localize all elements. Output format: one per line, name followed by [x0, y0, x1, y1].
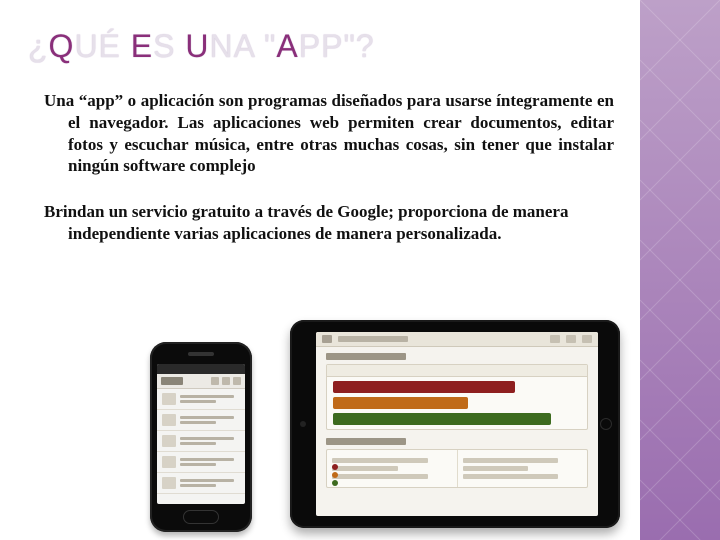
legend-column: [327, 450, 457, 487]
list-item: [157, 389, 245, 410]
paragraph-1: Una “app” o aplicación son programas dis…: [44, 90, 614, 177]
toolbar-button-icon: [566, 335, 576, 343]
smartphone-mockup: [150, 342, 252, 532]
tablet-mockup: [290, 320, 620, 528]
list-item: [157, 473, 245, 494]
phone-home-button-icon: [183, 510, 219, 524]
toolbar-button-icon: [550, 335, 560, 343]
thumbnail-icon: [162, 393, 176, 405]
title-seg1: UÉ: [74, 28, 130, 64]
body-text: Una “app” o aplicación son programas dis…: [44, 90, 614, 269]
title-cap-e: E: [131, 28, 153, 64]
section-heading-placeholder: [326, 438, 406, 445]
phone-screen: [157, 364, 245, 504]
thumbnail-icon: [162, 435, 176, 447]
tablet-title-placeholder: [338, 336, 408, 342]
tablet-app-logo-icon: [322, 335, 332, 343]
list-item: [157, 410, 245, 431]
paragraph-2: Brindan un servicio gratuito a través de…: [44, 201, 614, 245]
bar-icon: [333, 397, 468, 409]
phone-header-tabs: [211, 377, 241, 385]
legend-dot-icon: [332, 480, 338, 486]
thumbnail-icon: [162, 477, 176, 489]
details-column: [457, 450, 588, 487]
title-pre: ¿: [28, 28, 49, 64]
list-item: [157, 452, 245, 473]
device-illustrations: [150, 320, 650, 530]
bar-icon: [333, 381, 515, 393]
tablet-content: [316, 347, 598, 502]
title-cap-a: A: [276, 28, 298, 64]
title-seg2: S: [153, 28, 185, 64]
thumbnail-icon: [162, 456, 176, 468]
title-cap-u: U: [185, 28, 209, 64]
phone-app-header: [157, 374, 245, 389]
tablet-home-button-icon: [600, 418, 612, 430]
phone-status-bar: [157, 364, 245, 374]
summary-panel: [326, 449, 588, 488]
tablet-camera-icon: [300, 421, 306, 427]
tablet-toolbar: [316, 332, 598, 347]
title-cap-q: Q: [49, 28, 75, 64]
title-seg4: PP"?: [299, 28, 375, 64]
bar-icon: [333, 413, 551, 425]
list-item: [157, 431, 245, 452]
panel-header: [327, 365, 587, 377]
slide-title: ¿QUÉ ES UNA "APP"?: [28, 28, 375, 65]
phone-speaker-icon: [188, 352, 214, 356]
toolbar-button-icon: [582, 335, 592, 343]
section-heading-placeholder: [326, 353, 406, 360]
tablet-screen: [316, 332, 598, 516]
thumbnail-icon: [162, 414, 176, 426]
chart-panel: [326, 364, 588, 430]
phone-app-logo-icon: [161, 377, 183, 385]
title-seg3: NA ": [209, 28, 276, 64]
